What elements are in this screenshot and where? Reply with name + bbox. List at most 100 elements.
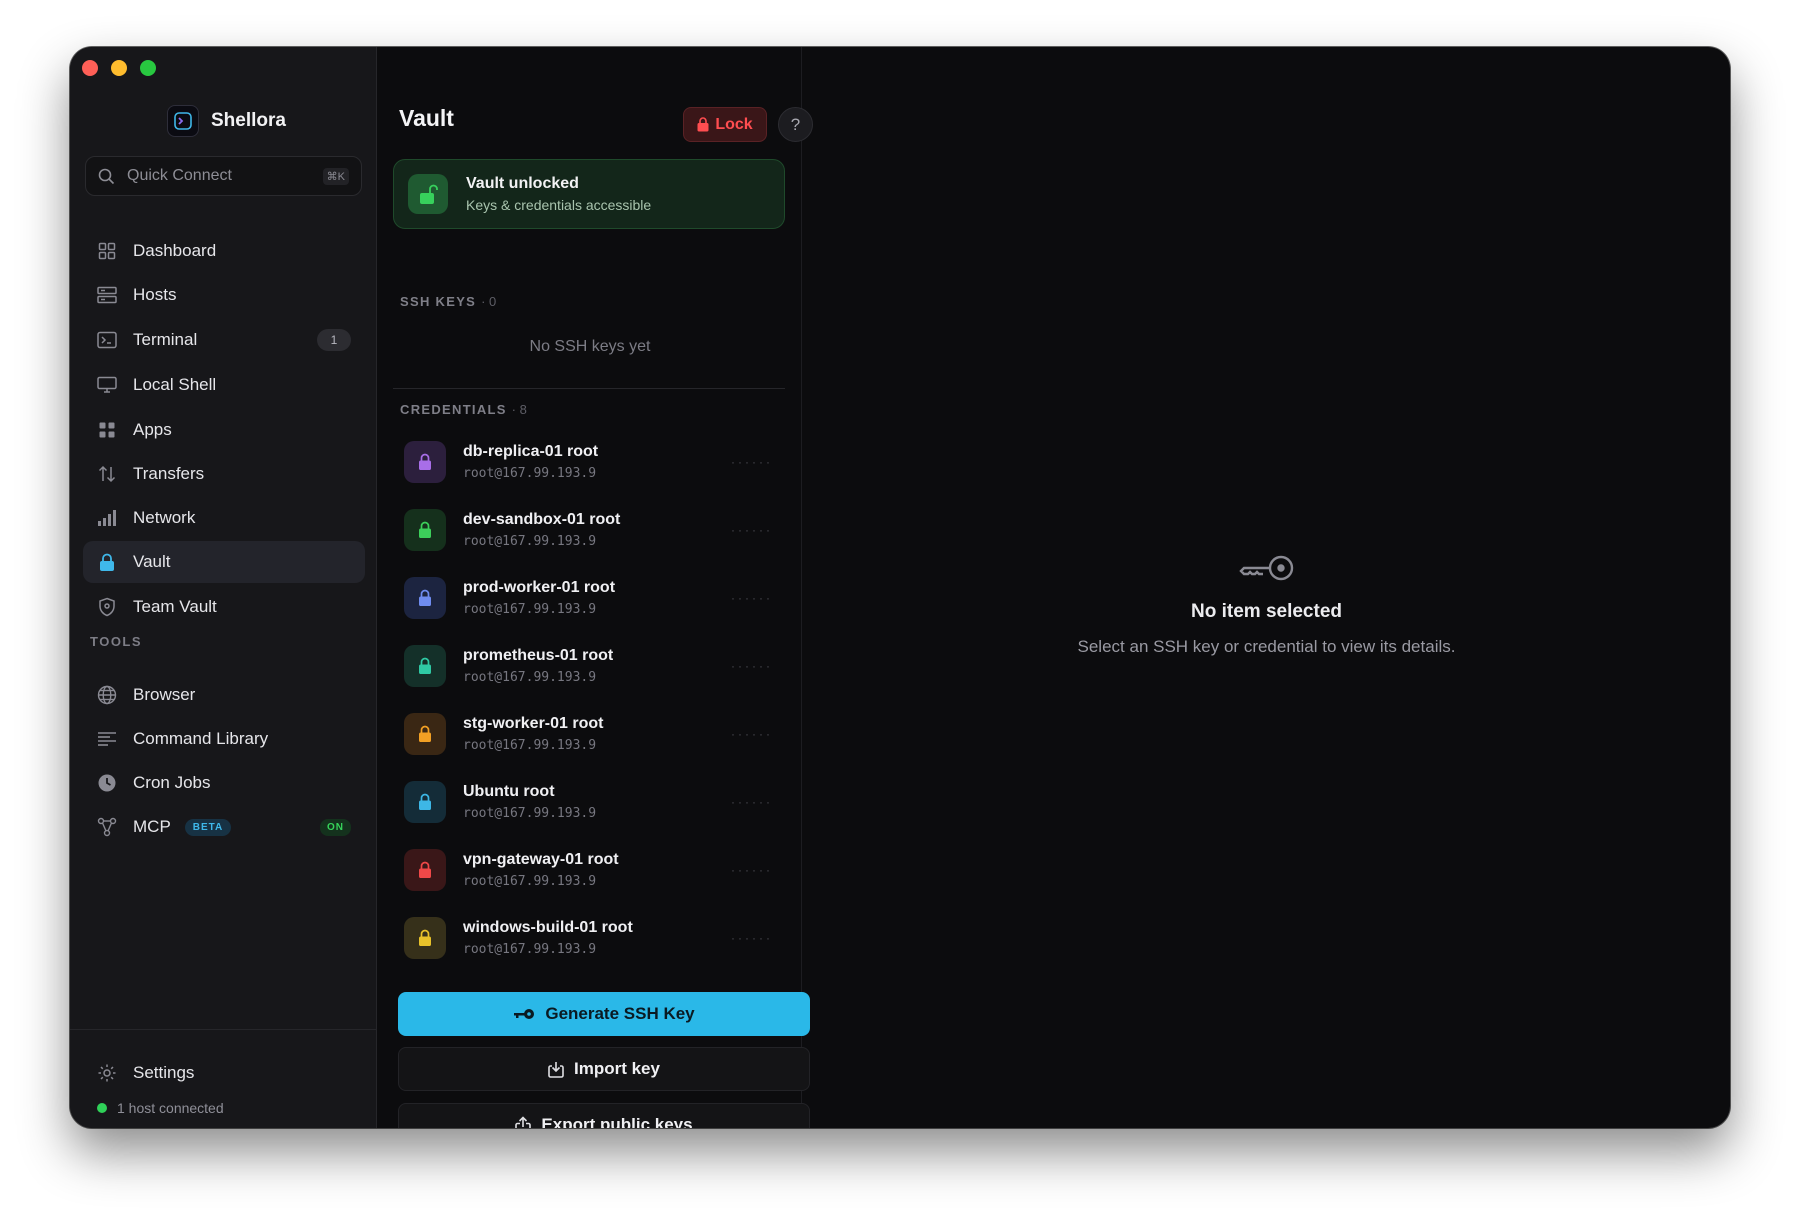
sidebar-item-label: Cron Jobs <box>133 773 211 792</box>
apps-icon <box>96 419 118 441</box>
ssh-keys-count: · 0 <box>481 294 497 309</box>
section-divider <box>393 388 785 389</box>
sidebar-item-apps[interactable]: Apps <box>83 409 365 451</box>
minimize-window-button[interactable] <box>111 60 127 76</box>
empty-state-subtitle: Select an SSH key or credential to view … <box>1077 637 1456 656</box>
ssh-keys-empty-text: No SSH keys yet <box>529 338 651 355</box>
lock-icon <box>404 713 446 755</box>
sidebar-item-vault[interactable]: Vault <box>83 541 365 583</box>
credential-row[interactable]: dev-sandbox-01 root root@167.99.193.9 ····… <box>393 500 785 560</box>
sidebar-item-label: Hosts <box>133 285 177 304</box>
credential-row[interactable]: vpn-gateway-01 root root@167.99.193.9 ····… <box>393 840 785 900</box>
credential-address: root@167.99.193.9 <box>463 942 597 957</box>
sidebar-item-hosts[interactable]: Hosts <box>83 274 365 316</box>
terminal-count-badge: 1 <box>317 329 351 351</box>
credential-name: vpn-gateway-01 root <box>463 851 619 868</box>
lock-icon <box>404 577 446 619</box>
sidebar-item-mcp[interactable]: MCP BETA ON <box>83 806 365 848</box>
globe-icon <box>96 684 118 706</box>
import-key-button[interactable]: Import key <box>398 1047 810 1091</box>
sidebar-item-label: MCP <box>133 817 171 836</box>
vault-status-title: Vault unlocked <box>466 175 579 192</box>
credential-row[interactable]: stg-worker-01 root root@167.99.193.9 ·····… <box>393 704 785 764</box>
lock-button-label: Lock <box>715 115 753 133</box>
generate-ssh-key-button[interactable]: Generate SSH Key <box>398 992 810 1036</box>
status-dot-icon <box>97 1103 107 1113</box>
credentials-label: CREDENTIALS <box>400 402 507 417</box>
tools-section-label: TOOLS <box>90 634 143 649</box>
lock-icon <box>404 509 446 551</box>
app-name: Shellora <box>211 110 286 131</box>
sidebar-item-command-library[interactable]: Command Library <box>83 718 365 760</box>
sidebar-item-terminal[interactable]: Terminal 1 <box>83 319 365 361</box>
credential-secret-mask: ······ <box>731 523 773 537</box>
credential-address: root@167.99.193.9 <box>463 806 597 821</box>
unlock-icon <box>408 174 448 214</box>
sidebar-item-settings[interactable]: Settings <box>83 1052 365 1094</box>
detail-pane: No item selected Select an SSH key or cr… <box>803 47 1730 1128</box>
lock-icon <box>697 117 709 132</box>
shield-icon <box>96 596 118 618</box>
credential-secret-mask: ······ <box>731 455 773 469</box>
quick-connect-placeholder: Quick Connect <box>127 167 232 184</box>
sidebar-divider <box>70 1029 376 1030</box>
sidebar-item-label: Team Vault <box>133 597 217 616</box>
credential-secret-mask: ······ <box>731 931 773 945</box>
sidebar-item-dashboard[interactable]: Dashboard <box>83 230 365 272</box>
vault-status-subtitle: Keys & credentials accessible <box>466 197 652 213</box>
credential-row[interactable]: Ubuntu root root@167.99.193.9 ······ <box>393 772 785 832</box>
credential-secret-mask: ······ <box>731 863 773 877</box>
lock-icon <box>96 551 118 573</box>
lock-icon <box>404 917 446 959</box>
credentials-header: CREDENTIALS · 8 <box>400 402 527 417</box>
brand: Shellora <box>167 105 286 137</box>
sidebar-item-label: Vault <box>133 552 171 571</box>
vault-panel: Vault Lock ? Vault unlocked Keys & crede… <box>378 47 813 1128</box>
sidebar-item-network[interactable]: Network <box>83 497 365 539</box>
signal-bars-icon <box>96 507 118 529</box>
sidebar-item-team-vault[interactable]: Team Vault <box>83 586 365 628</box>
mcp-status-badge: ON <box>320 818 351 836</box>
credential-row[interactable]: prod-worker-01 root root@167.99.193.9 ····… <box>393 568 785 628</box>
sidebar-item-label: Terminal <box>133 330 198 349</box>
sidebar-item-browser[interactable]: Browser <box>83 674 365 716</box>
ssh-keys-label: SSH KEYS <box>400 294 477 309</box>
export-public-keys-label: Export public keys <box>541 1115 693 1128</box>
generate-ssh-key-label: Generate SSH Key <box>545 1004 695 1023</box>
credential-secret-mask: ······ <box>731 591 773 605</box>
sidebar-item-cron-jobs[interactable]: Cron Jobs <box>83 762 365 804</box>
lock-button[interactable]: Lock <box>683 107 767 142</box>
sidebar-item-label: Local Shell <box>133 375 217 394</box>
credential-name: dev-sandbox-01 root <box>463 511 621 528</box>
credential-secret-mask: ······ <box>731 795 773 809</box>
credential-name: windows-build-01 root <box>463 919 633 936</box>
credential-name: db-replica-01 root <box>463 443 599 460</box>
sidebar-item-local-shell[interactable]: Local Shell <box>83 364 365 406</box>
credential-name: prometheus-01 root <box>463 647 614 664</box>
zoom-window-button[interactable] <box>140 60 156 76</box>
sidebar-item-label: Settings <box>133 1063 195 1082</box>
credential-row[interactable]: prometheus-01 root root@167.99.193.9 ·····… <box>393 636 785 696</box>
credential-row[interactable]: db-replica-01 root root@167.99.193.9 ·····… <box>393 432 785 492</box>
quick-connect-shortcut: ⌘K <box>322 167 349 185</box>
lock-icon <box>404 849 446 891</box>
sidebar-item-label: Dashboard <box>133 241 217 260</box>
credential-address: root@167.99.193.9 <box>463 534 597 549</box>
credentials-count: · 8 <box>511 402 527 417</box>
server-icon <box>96 284 118 306</box>
sidebar-item-transfers[interactable]: Transfers <box>83 453 365 495</box>
connection-status-text: 1 host connected <box>117 1100 224 1116</box>
sidebar-item-label: Apps <box>133 420 172 439</box>
lock-icon <box>404 781 446 823</box>
credential-row[interactable]: windows-build-01 root root@167.99.193.9 ··… <box>393 908 785 968</box>
quick-connect-input[interactable]: Quick Connect ⌘K <box>85 156 362 196</box>
lock-icon <box>404 645 446 687</box>
key-icon <box>514 1009 535 1019</box>
import-key-label: Import key <box>574 1059 660 1078</box>
credential-address: root@167.99.193.9 <box>463 738 597 753</box>
window-controls <box>82 60 156 76</box>
close-window-button[interactable] <box>82 60 98 76</box>
export-public-keys-button[interactable]: Export public keys <box>398 1103 810 1128</box>
dashboard-icon <box>96 240 118 262</box>
ssh-keys-header: SSH KEYS · 0 <box>400 294 496 309</box>
